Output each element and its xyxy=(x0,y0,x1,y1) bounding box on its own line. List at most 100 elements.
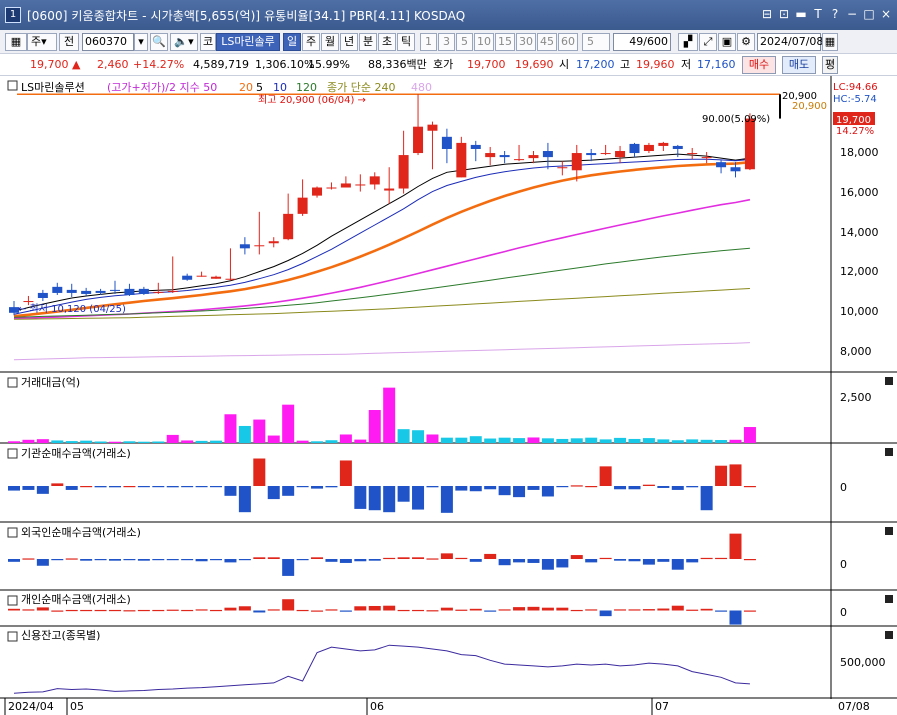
bar-1-48 xyxy=(700,439,713,443)
bar-4-21 xyxy=(311,610,324,612)
grid-icon[interactable]: ▦ xyxy=(5,33,27,51)
stock-code-input[interactable]: 060370 xyxy=(82,33,134,51)
market-select[interactable]: 주▾ xyxy=(27,33,57,51)
bar-2-22 xyxy=(325,486,338,488)
y-tick-10000: 10,000 xyxy=(840,305,879,318)
prev-button[interactable]: 전 xyxy=(59,33,79,51)
bar-2-35 xyxy=(513,486,526,498)
candle-body xyxy=(730,167,741,172)
candle-body xyxy=(211,276,222,279)
stock-name-field[interactable]: LS마린솔루 xyxy=(216,33,280,51)
interval-5[interactable]: 5 xyxy=(456,33,473,51)
inst-zero-tick: 0 xyxy=(840,481,847,494)
candle-body xyxy=(499,155,510,158)
legend-ma-20: 20 xyxy=(239,81,253,94)
candle-body xyxy=(355,184,366,186)
candle-body xyxy=(326,187,337,189)
tab-tick[interactable]: 틱 xyxy=(397,33,415,51)
interval-60[interactable]: 60 xyxy=(558,33,578,51)
candle-body xyxy=(413,126,424,154)
bar-2-3 xyxy=(51,483,64,486)
open-label: 시 xyxy=(559,58,570,71)
bar-3-49 xyxy=(715,557,728,560)
bar-1-29 xyxy=(426,434,439,443)
minimize-button[interactable]: − xyxy=(845,6,859,22)
bar-1-8 xyxy=(123,441,136,443)
bar-4-47 xyxy=(686,609,699,611)
candle-body xyxy=(268,241,279,244)
interval-30[interactable]: 30 xyxy=(516,33,536,51)
text-icon[interactable]: T xyxy=(811,6,825,22)
buy-button[interactable]: 매수 xyxy=(742,56,776,74)
help-icon[interactable]: ? xyxy=(828,6,842,22)
code-dropdown-icon[interactable]: ▾ xyxy=(134,33,148,51)
link-icon[interactable]: ⊡ xyxy=(777,6,791,22)
settings-icon[interactable]: ⚙ xyxy=(737,33,755,51)
interval-10[interactable]: 10 xyxy=(474,33,494,51)
chart-area[interactable]: LS마린솔루션 (고가+저가)/2 지수 50 20 5 10 120 종가 단… xyxy=(0,76,897,715)
draw-icon[interactable]: ⤢ xyxy=(699,33,717,51)
bar-4-29 xyxy=(426,610,439,612)
app-icon: 1 xyxy=(5,7,21,23)
legend-ma-5: 5 xyxy=(256,81,263,94)
bar-1-22 xyxy=(325,440,338,443)
layout-icon[interactable]: ⊟ xyxy=(760,6,774,22)
bar-3-1 xyxy=(22,558,35,560)
close-button[interactable]: × xyxy=(879,6,893,22)
panel-checkbox-icon xyxy=(7,595,18,606)
toolbar-toggle-icon[interactable]: ▬ xyxy=(794,6,808,22)
data-count-field[interactable]: 49/600 xyxy=(613,33,671,51)
interval-1[interactable]: 1 xyxy=(420,33,437,51)
interval-3[interactable]: 3 xyxy=(438,33,455,51)
date-input[interactable]: 2024/07/08 xyxy=(757,33,823,51)
tab-minute[interactable]: 분 xyxy=(359,33,377,51)
maximize-button[interactable]: □ xyxy=(862,6,876,22)
bar-3-4 xyxy=(65,558,78,560)
bar-4-51 xyxy=(743,610,756,612)
balance-button[interactable]: 평 xyxy=(822,56,838,74)
candle-body xyxy=(615,151,626,158)
tab-second[interactable]: 초 xyxy=(378,33,396,51)
sell-button[interactable]: 매도 xyxy=(782,56,816,74)
calendar-icon[interactable]: ▦ xyxy=(822,33,838,51)
tab-week[interactable]: 주 xyxy=(302,33,320,51)
search-icon[interactable]: 🔍 xyxy=(150,33,168,51)
candle-body xyxy=(542,151,553,158)
interval-select[interactable]: 5 xyxy=(582,33,610,51)
bar-4-31 xyxy=(455,609,468,611)
panel-checkbox-icon xyxy=(7,80,18,91)
bar-4-42 xyxy=(614,609,627,611)
bar-2-19 xyxy=(282,486,295,496)
interval-45[interactable]: 45 xyxy=(537,33,557,51)
bar-1-23 xyxy=(339,434,352,443)
candle-body xyxy=(716,162,727,168)
y-tick-8000: 8,000 xyxy=(840,345,872,358)
kosdaq-icon[interactable]: 코 xyxy=(200,33,216,51)
bar-4-44 xyxy=(642,609,655,611)
y-tick-18000: 18,000 xyxy=(840,146,879,159)
bar-4-14 xyxy=(210,609,223,612)
bar-3-29 xyxy=(426,558,439,560)
bar-2-34 xyxy=(498,486,511,496)
bar-3-5 xyxy=(80,559,93,561)
sound-icon[interactable]: 🔈▾ xyxy=(170,33,198,51)
bar-1-12 xyxy=(181,440,194,443)
bar-3-17 xyxy=(253,557,266,559)
bar-1-41 xyxy=(599,439,612,443)
bar-3-44 xyxy=(642,559,655,565)
interval-15[interactable]: 15 xyxy=(495,33,515,51)
bar-4-30 xyxy=(440,607,453,611)
bar-2-6 xyxy=(94,486,107,488)
window-controls: ⊟ ⊡ ▬ T ? − □ × xyxy=(760,6,893,22)
tab-month[interactable]: 월 xyxy=(321,33,339,51)
tab-day[interactable]: 일 xyxy=(283,33,301,51)
tab-year[interactable]: 년 xyxy=(340,33,358,51)
bar-2-47 xyxy=(686,486,699,488)
bar-3-39 xyxy=(570,555,583,559)
chart-tools-icon[interactable]: ▞ xyxy=(678,33,698,51)
hc-label: HC:-5.74 xyxy=(833,94,877,105)
y-tick-14000: 14,000 xyxy=(840,226,879,239)
bar-4-23 xyxy=(339,610,352,612)
panel-close-icon xyxy=(885,377,893,385)
save-icon[interactable]: ▣ xyxy=(718,33,736,51)
